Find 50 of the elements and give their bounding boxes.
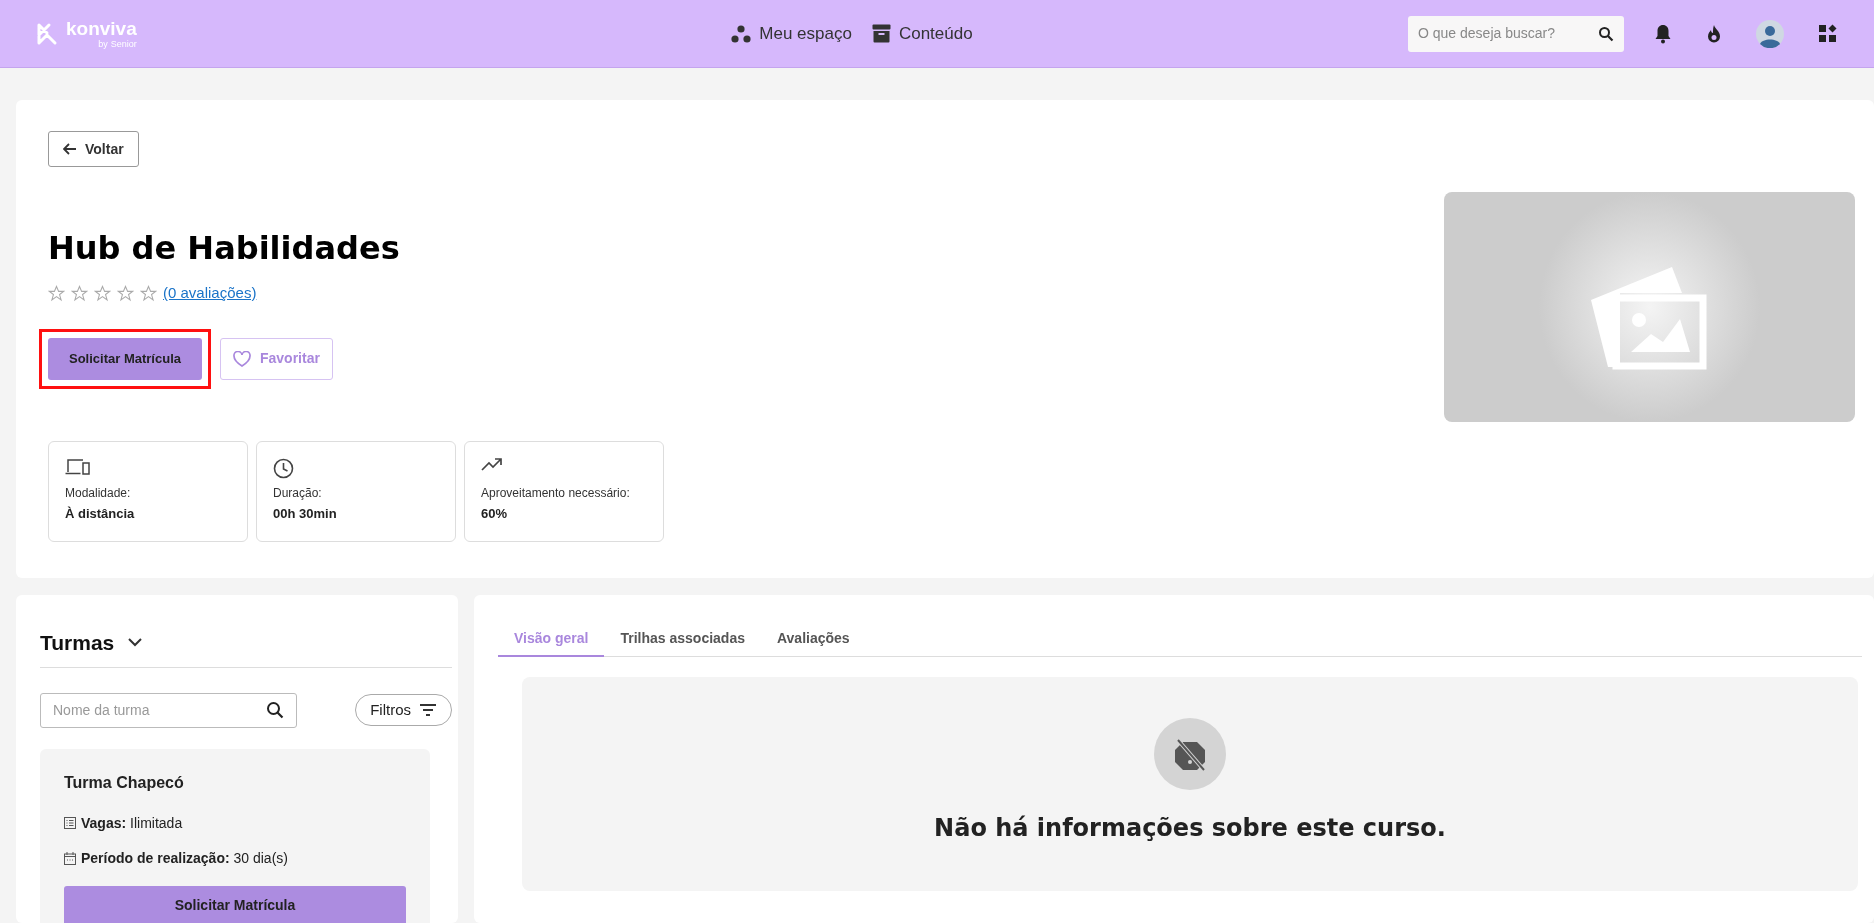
info-label: Duração: — [273, 484, 323, 502]
class-search-field[interactable]: Nome da turma — [53, 699, 266, 721]
flame-icon[interactable] — [1706, 23, 1722, 44]
class-name: Turma Chapecó — [64, 772, 185, 793]
search-icon — [266, 701, 284, 719]
heart-icon — [233, 350, 251, 367]
search-box[interactable]: O que deseja buscar? — [1408, 15, 1624, 52]
star-icon — [140, 284, 157, 302]
apps-icon[interactable] — [1818, 23, 1838, 44]
calendar-icon — [64, 851, 76, 865]
info-label: Aproveitamento necessário: — [481, 484, 631, 502]
clock-icon — [273, 457, 294, 479]
class-search-box[interactable]: Nome da turma — [40, 692, 297, 728]
info-value: À distância — [65, 504, 136, 523]
no-info-icon — [1154, 718, 1226, 790]
arrow-left-icon — [63, 143, 77, 155]
tab[interactable]: Trilhas associadas — [604, 621, 761, 657]
logo-byline: by — [98, 39, 108, 49]
archive-icon — [871, 24, 891, 43]
star-icon — [94, 284, 111, 302]
back-button[interactable]: Voltar — [48, 131, 139, 167]
ratings-link[interactable]: (0 avaliações) — [163, 282, 257, 305]
course-title: Hub de Habilidades — [48, 228, 401, 269]
nav-link[interactable]: Meu espaço — [731, 20, 852, 47]
people-icon — [731, 24, 752, 43]
trending-up-icon — [481, 457, 503, 471]
nav-link[interactable]: Conteúdo — [871, 20, 973, 47]
enroll-button[interactable]: Solicitar Matrícula — [48, 337, 202, 380]
search-icon — [1598, 25, 1614, 42]
logo-text: konviva — [66, 18, 137, 38]
info-label: Modalidade: — [65, 484, 132, 502]
filter-icon — [419, 704, 437, 716]
search-field[interactable]: O que deseja buscar? — [1418, 23, 1598, 44]
period-text: Período de realização: 30 dia(s) — [81, 848, 288, 868]
info-value: 00h 30min — [273, 504, 338, 523]
star-icon — [71, 284, 88, 302]
star-icon — [117, 284, 134, 302]
devices-icon — [65, 457, 90, 476]
panel-title: Turmas — [40, 630, 115, 656]
brand-text: Senior — [110, 39, 137, 49]
list-icon — [64, 817, 76, 829]
chevron-down-icon[interactable] — [128, 638, 143, 648]
tab[interactable]: Avaliações — [761, 621, 866, 657]
empty-message: Não há informações sobre este curso. — [934, 813, 1446, 844]
info-value: 60% — [481, 504, 509, 523]
star-icon — [48, 284, 65, 302]
enroll-button[interactable]: Solicitar Matrícula — [64, 885, 406, 923]
notification-bell-icon[interactable] — [1654, 23, 1672, 44]
avatar-icon[interactable] — [1756, 19, 1784, 48]
vacancies-text: Vagas: Ilimitada — [81, 813, 183, 833]
